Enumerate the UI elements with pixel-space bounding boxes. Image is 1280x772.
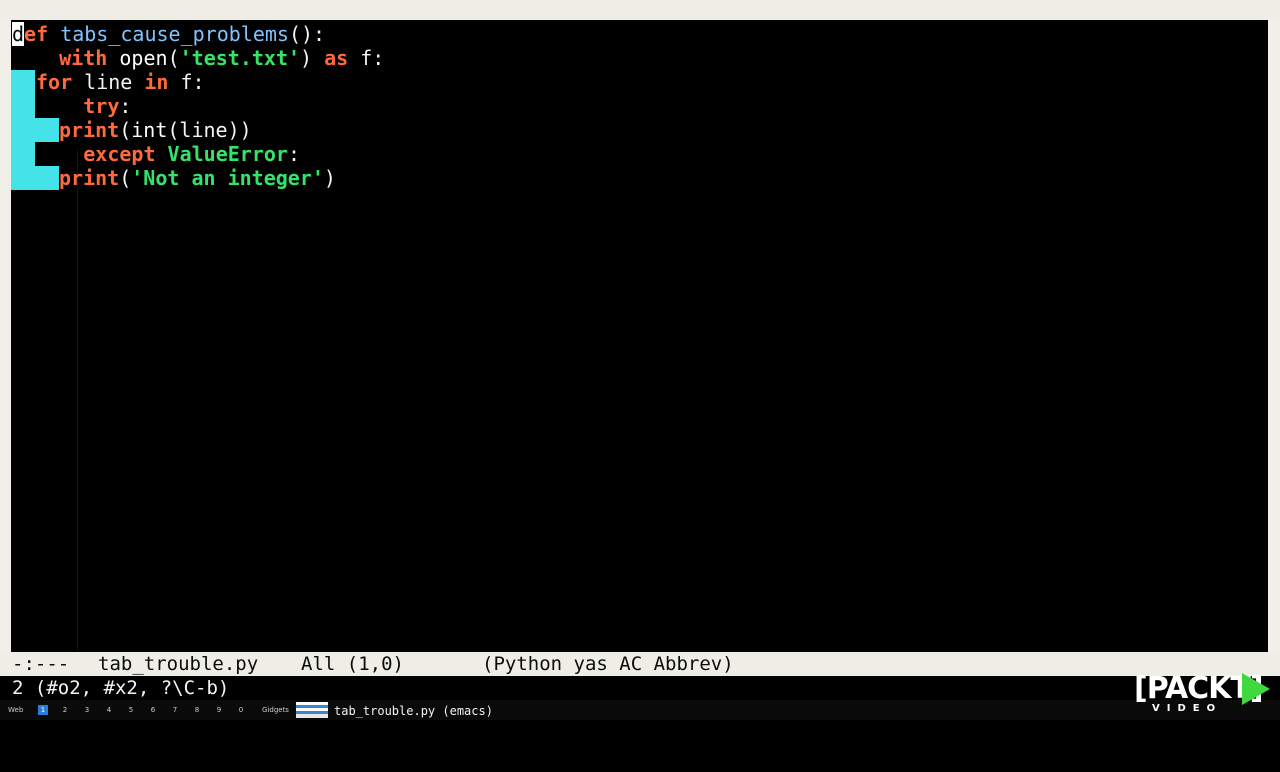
code-token: print xyxy=(59,118,120,142)
code-line-1[interactable]: def tabs_cause_problems(): xyxy=(12,22,325,46)
code-line-3[interactable]: for line in f: xyxy=(36,70,205,94)
code-token: : xyxy=(287,142,301,166)
modeline-modes[interactable]: (Python yas AC Abbrev) xyxy=(482,652,734,676)
code-token: open xyxy=(119,46,168,70)
window-title-bar xyxy=(0,0,1280,20)
code-token: ValueError xyxy=(167,142,288,166)
workspace-5[interactable]: 5 xyxy=(126,705,136,715)
code-token: tabs_cause_problems xyxy=(60,22,289,46)
code-token: with xyxy=(59,46,108,70)
modeline-position: All (1,0) xyxy=(301,653,404,675)
code-line-2[interactable]: with open('test.txt') as f: xyxy=(11,46,384,70)
code-token: for xyxy=(36,70,73,94)
code-token: except xyxy=(83,142,156,166)
minibuffer[interactable]: 2 (#o2, #x2, ?\C-b) xyxy=(0,676,1280,700)
code-token: as xyxy=(324,46,349,70)
code-token: (line)) xyxy=(167,118,252,142)
code-line-5[interactable]: print(int(line)) xyxy=(59,118,252,142)
code-token: line xyxy=(72,70,145,94)
play-icon xyxy=(1242,673,1270,705)
code-token: try xyxy=(83,94,120,118)
code-line-4[interactable]: try: xyxy=(11,94,131,118)
code-token: ef xyxy=(24,22,49,46)
tab-highlight-line-7 xyxy=(11,166,59,190)
modeline-status: -:--- xyxy=(12,653,70,675)
left-fringe xyxy=(0,20,11,652)
taskbar-web-label[interactable]: Web xyxy=(8,705,23,715)
taskbar: Web 1 2 3 4 5 6 7 8 9 0 Gidgets xyxy=(0,700,1280,720)
workspace-3[interactable]: 3 xyxy=(82,705,92,715)
code-token: print xyxy=(59,166,120,190)
workspace-7[interactable]: 7 xyxy=(170,705,180,715)
code-token: ) xyxy=(323,166,336,190)
code-token: f: xyxy=(168,70,205,94)
workspace-6[interactable]: 6 xyxy=(148,705,158,715)
tab-highlight-line-3 xyxy=(11,70,35,94)
workspace-4[interactable]: 4 xyxy=(104,705,114,715)
workspace-1[interactable]: 1 xyxy=(38,705,48,715)
tab-highlight-line-5 xyxy=(11,118,59,142)
minibuffer-text: 2 (#o2, #x2, ?\C-b) xyxy=(12,677,230,699)
code-token: ( xyxy=(119,118,132,142)
emacs-window-icon[interactable] xyxy=(296,702,328,718)
workspace-8[interactable]: 8 xyxy=(192,705,202,715)
mode-line: -:--- tab_trouble.py All (1,0) (Python y… xyxy=(0,652,1280,676)
code-token: : xyxy=(119,94,132,118)
workspace-0[interactable]: 0 xyxy=(236,705,246,715)
right-fringe xyxy=(1268,20,1280,652)
code-token: f: xyxy=(348,46,385,70)
code-token: in xyxy=(144,70,169,94)
workspace-9[interactable]: 9 xyxy=(214,705,224,715)
code-token: ( xyxy=(119,166,132,190)
logo-subtitle: VIDEO xyxy=(1152,703,1223,714)
code-token: 'Not an integer' xyxy=(131,166,324,190)
code-token: (): xyxy=(288,22,326,46)
code-line-6[interactable]: except ValueError: xyxy=(11,142,300,166)
editor-buffer[interactable]: def tabs_cause_problems(): with open('te… xyxy=(11,20,1268,652)
code-token: ( xyxy=(167,46,180,70)
code-line-7[interactable]: print('Not an integer') xyxy=(59,166,336,190)
code-token: ) xyxy=(300,46,325,70)
indent-guide xyxy=(77,150,78,650)
taskbar-widgets-label[interactable]: Gidgets xyxy=(262,705,289,715)
modeline-buffer-name[interactable]: tab_trouble.py xyxy=(98,652,258,676)
code-token: 'test.txt' xyxy=(179,46,301,70)
workspace-2[interactable]: 2 xyxy=(60,705,70,715)
code-token: int xyxy=(131,118,168,142)
taskbar-task-label[interactable]: tab_trouble.py (emacs) xyxy=(334,704,493,718)
text-cursor: d xyxy=(12,22,25,46)
